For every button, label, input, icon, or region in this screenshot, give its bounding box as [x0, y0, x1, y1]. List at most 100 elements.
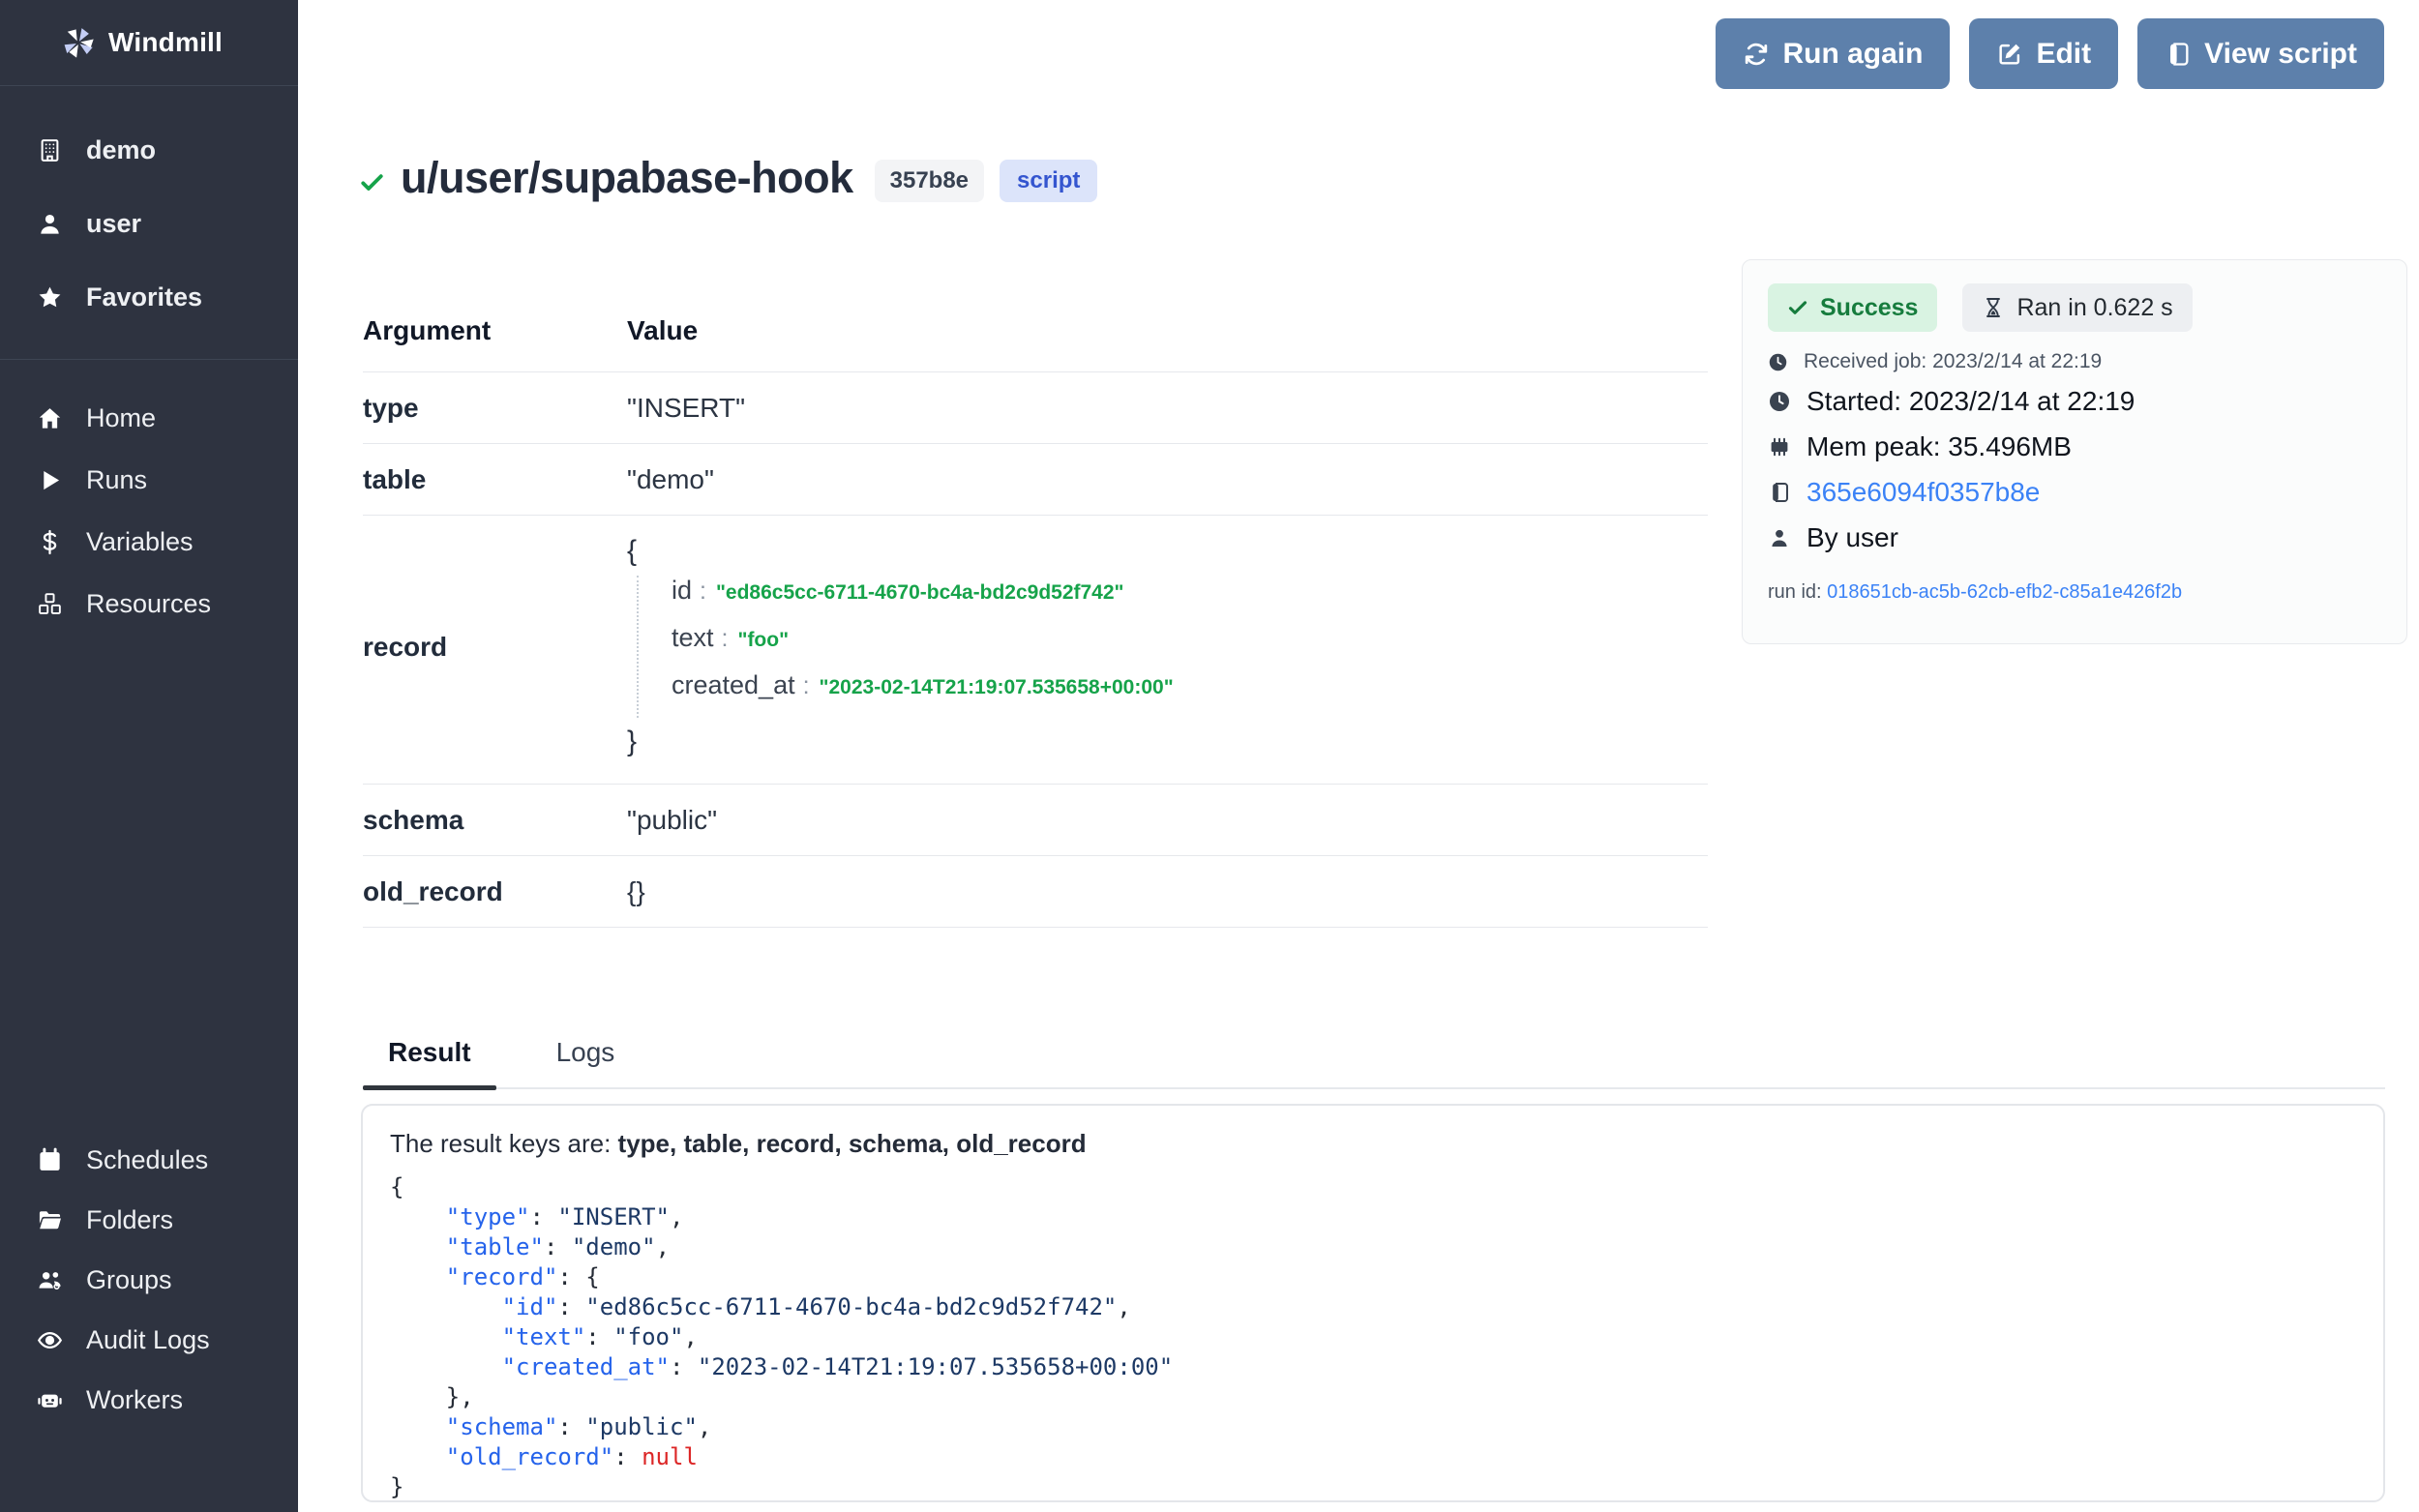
record-entry-text: text: "foo" — [672, 623, 1174, 670]
close-brace: } — [627, 726, 1174, 758]
argument-value: {id:"ed86c5cc-6711-4670-bc4a-bd2c9d52f74… — [627, 535, 1174, 758]
result-keys-line: The result keys are: type, table, record… — [390, 1129, 2356, 1159]
page-title: u/user/supabase-hook — [401, 153, 853, 203]
run-id-link[interactable]: 018651cb-ac5b-62cb-efb2-c85a1e426f2b — [1827, 581, 2182, 603]
eye-icon — [37, 1327, 63, 1353]
record-entry-id: id: "ed86c5cc-6711-4670-bc4a-bd2c9d52f742… — [672, 576, 1174, 623]
star-icon — [37, 284, 63, 311]
sidebar-item-favorites[interactable]: Favorites — [0, 260, 298, 334]
mem-peak-line: Mem peak: 35.496MB — [1768, 424, 2381, 469]
result-json: { "type": "INSERT", "table": "demo", "re… — [390, 1172, 2356, 1502]
run-id-line: run id: 018651cb-ac5b-62cb-efb2-c85a1e42… — [1768, 581, 2381, 604]
person-icon — [1768, 526, 1791, 549]
sidebar-item-home[interactable]: Home — [0, 387, 298, 449]
sidebar-item-demo[interactable]: demo — [0, 113, 298, 187]
sidebar-item-label: Schedules — [86, 1145, 208, 1175]
colon-separator: : — [803, 672, 810, 700]
version-hash-badge: 357b8e — [875, 160, 984, 202]
argument-key: record — [363, 632, 627, 663]
edit-icon — [1996, 41, 2023, 68]
check-icon — [359, 169, 385, 195]
sidebar-item-runs[interactable]: Runs — [0, 449, 298, 511]
colon-separator: : — [722, 625, 729, 653]
sidebar-item-label: user — [86, 209, 141, 239]
edit-label: Edit — [2036, 38, 2091, 71]
edit-button[interactable]: Edit — [1969, 18, 2118, 89]
argument-row-record: record{id:"ed86c5cc-6711-4670-bc4a-bd2c9… — [363, 516, 1708, 785]
folder-icon — [37, 1207, 63, 1233]
started-line: Started: 2023/2/14 at 22:19 — [1768, 378, 2381, 424]
record-entry-value: "ed86c5cc-6711-4670-bc4a-bd2c9d52f742" — [716, 581, 1124, 605]
record-entry-value: "foo" — [737, 629, 789, 652]
by-user-line: By user — [1768, 515, 2381, 560]
argument-value: {} — [627, 876, 645, 907]
argument-key: schema — [363, 805, 627, 836]
sidebar: Windmill demo user Favorites Home Runs Varia… — [0, 0, 298, 1512]
windmill-logo-icon — [60, 24, 97, 61]
sidebar-item-label: demo — [86, 135, 156, 165]
success-label: Success — [1820, 294, 1918, 322]
play-icon — [37, 467, 63, 493]
toolbar: Run again Edit View script — [1716, 18, 2384, 89]
view-script-button[interactable]: View script — [2137, 18, 2384, 89]
sidebar-item-label: Runs — [86, 465, 147, 495]
sidebar-item-label: Folders — [86, 1205, 173, 1235]
success-badge: Success — [1768, 283, 1937, 332]
run-again-label: Run again — [1782, 38, 1923, 71]
sidebar-item-label: Favorites — [86, 282, 202, 312]
hourglass-icon — [1982, 296, 2005, 319]
value-column-header: Value — [627, 315, 698, 346]
script-hash-link[interactable]: 365e6094f0357b8e — [1807, 477, 2040, 508]
sidebar-item-user[interactable]: user — [0, 187, 298, 260]
sidebar-item-label: Audit Logs — [86, 1325, 210, 1355]
sidebar-item-workers[interactable]: Workers — [0, 1370, 298, 1430]
groups-icon — [37, 1267, 63, 1293]
sidebar-nav-group: Home Runs Variables Resources — [0, 360, 298, 635]
run-again-button[interactable]: Run again — [1716, 18, 1950, 89]
refresh-icon — [1743, 41, 1770, 68]
view-script-label: View script — [2204, 38, 2357, 71]
script-kind-badge: script — [1000, 160, 1097, 202]
sidebar-item-schedules[interactable]: Schedules — [0, 1130, 298, 1190]
scroll-icon — [2165, 41, 2192, 68]
clock-icon — [1768, 352, 1788, 372]
result-tabs: Result Logs — [363, 1023, 2385, 1089]
user-icon — [37, 211, 63, 237]
sidebar-item-groups[interactable]: Groups — [0, 1250, 298, 1310]
run-id-label: run id: — [1768, 581, 1822, 603]
record-entry-created-at: created_at: "2023-02-14T21:19:07.535658+0… — [672, 670, 1174, 718]
sidebar-workspace-group: demo user Favorites — [0, 86, 298, 360]
record-entry-key: created_at — [672, 670, 795, 700]
record-entry-key: id — [672, 576, 692, 606]
app-logo[interactable]: Windmill — [0, 0, 298, 86]
duration-label: Ran in 0.622 s — [2016, 294, 2172, 322]
sidebar-item-label: Resources — [86, 589, 211, 619]
argument-key: table — [363, 464, 627, 495]
sidebar-item-resources[interactable]: Resources — [0, 573, 298, 635]
tab-logs[interactable]: Logs — [531, 1023, 641, 1087]
sidebar-item-label: Workers — [86, 1385, 183, 1415]
colon-separator: : — [700, 578, 706, 606]
record-entries: id: "ed86c5cc-6711-4670-bc4a-bd2c9d52f742… — [637, 576, 1174, 718]
argument-row-schema: schema"public" — [363, 785, 1708, 856]
record-entry-value: "2023-02-14T21:19:07.535658+00:00" — [820, 676, 1174, 699]
sidebar-item-variables[interactable]: Variables — [0, 511, 298, 573]
sidebar-item-folders[interactable]: Folders — [0, 1190, 298, 1250]
argument-value: "demo" — [627, 464, 714, 495]
sidebar-item-audit-logs[interactable]: Audit Logs — [0, 1310, 298, 1370]
argument-key: old_record — [363, 876, 627, 907]
duration-badge: Ran in 0.622 s — [1962, 283, 2192, 332]
memory-icon — [1768, 435, 1791, 459]
script-hash-line: 365e6094f0357b8e — [1768, 469, 2381, 515]
building-icon — [37, 137, 63, 163]
sidebar-item-label: Home — [86, 403, 156, 433]
record-entry-key: text — [672, 623, 714, 653]
brand-label: Windmill — [108, 27, 223, 58]
sidebar-admin-group: Schedules Folders Groups Audit Logs Workers — [0, 1130, 298, 1430]
result-card: The result keys are: type, table, record… — [361, 1104, 2385, 1502]
calendar-icon — [37, 1147, 63, 1173]
received-job-line: Received job: 2023/2/14 at 22:19 — [1768, 345, 2381, 378]
tab-result[interactable]: Result — [363, 1023, 496, 1087]
sidebar-item-label: Variables — [86, 527, 194, 557]
boxes-icon — [37, 591, 63, 617]
